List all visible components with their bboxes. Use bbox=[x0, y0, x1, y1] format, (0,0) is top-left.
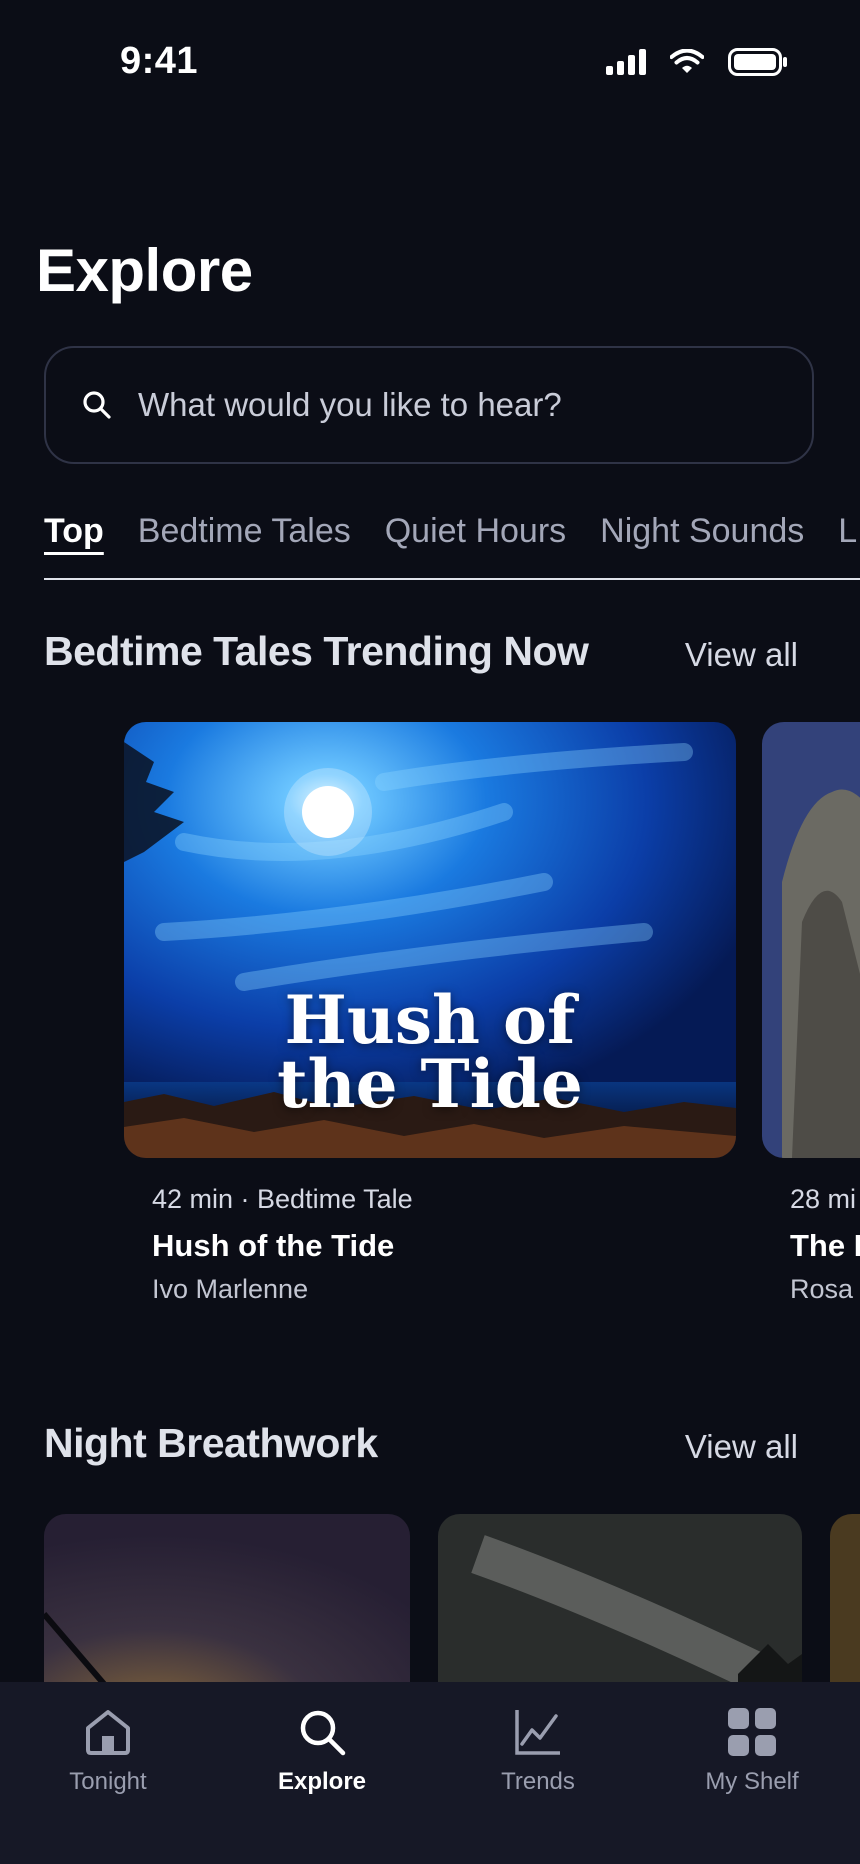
next-card-meta: 28 mi bbox=[790, 1184, 857, 1214]
featured-card-cover[interactable]: Hush of the Tide bbox=[124, 722, 736, 1158]
tabbar-item-tonight[interactable]: Tonight bbox=[28, 1706, 188, 1796]
tabbar-label-tonight: Tonight bbox=[69, 1768, 147, 1795]
featured-cover-title: Hush of the Tide bbox=[277, 981, 583, 1123]
featured-card-author: Ivo Marlenne bbox=[152, 1274, 309, 1304]
next-card-author: Rosa bbox=[790, 1274, 854, 1304]
search-icon bbox=[82, 390, 112, 420]
tab-overflow[interactable]: L bbox=[838, 508, 857, 568]
tab-quiet-hours[interactable]: Quiet Hours bbox=[385, 508, 566, 568]
tabbar-item-my-shelf[interactable]: My Shelf bbox=[672, 1706, 832, 1796]
next-cover-image bbox=[762, 722, 860, 1158]
tab-bedtime-tales[interactable]: Bedtime Tales bbox=[138, 508, 351, 568]
featured-card-title[interactable]: Hush of the Tide bbox=[152, 1228, 394, 1264]
battery-icon bbox=[728, 48, 787, 76]
section-title-trending: Bedtime Tales Trending Now bbox=[44, 628, 589, 674]
section-title-breathwork: Night Breathwork bbox=[44, 1420, 378, 1466]
tabbar-item-explore[interactable]: Explore bbox=[242, 1706, 402, 1796]
grid-icon bbox=[728, 1708, 776, 1756]
featured-card-meta: 42 min · Bedtime Tale bbox=[152, 1184, 413, 1214]
category-tabs: Top Bedtime Tales Quiet Hours Night Soun… bbox=[44, 508, 860, 580]
status-time: 9:41 bbox=[120, 40, 199, 82]
view-all-trending-link[interactable]: View all bbox=[685, 636, 798, 674]
signal-icon bbox=[606, 49, 646, 75]
wifi-icon bbox=[670, 49, 704, 73]
next-card-cover[interactable] bbox=[762, 722, 860, 1158]
search-input[interactable] bbox=[136, 385, 780, 425]
next-card-title[interactable]: The I bbox=[790, 1228, 860, 1264]
tab-top[interactable]: Top bbox=[44, 508, 104, 568]
tabbar-label-explore: Explore bbox=[277, 1768, 367, 1795]
home-icon bbox=[86, 1710, 130, 1755]
tabbar-label-trends: Trends bbox=[501, 1768, 575, 1795]
trend-chart-icon bbox=[515, 1710, 560, 1755]
bottom-tab-bar: Tonight Explore Trends My Shelf bbox=[0, 1682, 860, 1864]
search-icon bbox=[300, 1710, 346, 1756]
page-title: Explore bbox=[36, 237, 253, 304]
search-bar[interactable] bbox=[44, 346, 814, 464]
tab-night-sounds[interactable]: Night Sounds bbox=[600, 508, 804, 568]
status-icons bbox=[606, 48, 788, 76]
tabs-divider bbox=[44, 578, 860, 580]
view-all-breathwork-link[interactable]: View all bbox=[685, 1428, 798, 1466]
tabbar-label-my-shelf: My Shelf bbox=[705, 1768, 799, 1795]
tabbar-item-trends[interactable]: Trends bbox=[458, 1706, 618, 1796]
